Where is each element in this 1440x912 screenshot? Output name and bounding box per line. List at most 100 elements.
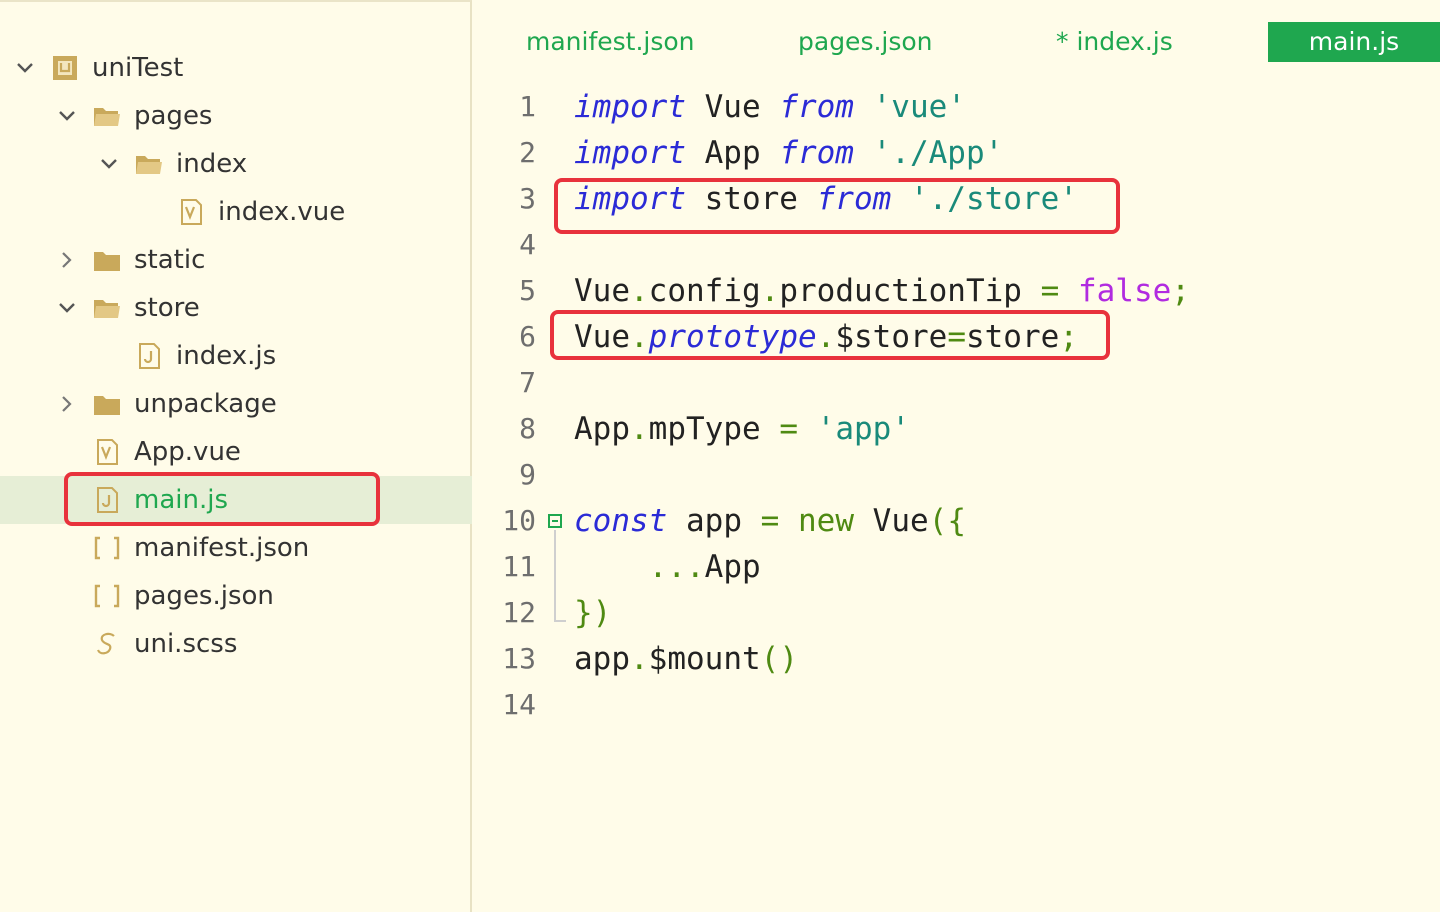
code-line[interactable]: ...App	[574, 544, 761, 590]
tree-item-unitest[interactable]: uniTest	[0, 44, 472, 92]
code-token: App	[574, 411, 630, 447]
code-token: App	[704, 549, 761, 585]
code-token: 'vue'	[872, 89, 966, 125]
code-token: from	[779, 135, 854, 171]
line-number: 2	[519, 136, 536, 169]
code-token: =	[760, 503, 780, 539]
line-number: 9	[519, 458, 536, 491]
fold-collapse-icon[interactable]	[548, 514, 562, 528]
highlight-box-import-store	[554, 178, 1120, 234]
tree-item-index-vue[interactable]: index.vue	[0, 188, 472, 236]
code-token: ()	[760, 641, 798, 677]
json-file-icon	[92, 534, 122, 562]
code-token: Vue	[574, 273, 630, 309]
chevron-down-icon[interactable]	[58, 107, 76, 125]
line-number: 4	[519, 228, 536, 261]
code-line[interactable]: import App from './App'	[574, 130, 1003, 176]
tree-item-label: static	[134, 245, 206, 275]
scss-file-icon	[92, 630, 122, 658]
code-token: false	[1077, 273, 1172, 309]
code-token: ...	[648, 549, 705, 585]
code-token: const	[574, 503, 668, 539]
code-token: Vue	[685, 89, 780, 125]
code-line[interactable]: Vue.config.productionTip = false;	[574, 268, 1190, 314]
code-token: 'app'	[816, 411, 910, 447]
tab-pages-json[interactable]: pages.json	[798, 22, 933, 62]
tree-item-index-js[interactable]: index.js	[0, 332, 472, 380]
code-token: config	[648, 273, 761, 309]
tree-item-label: unpackage	[134, 389, 277, 419]
json-file-icon	[92, 582, 122, 610]
line-number: 7	[519, 366, 536, 399]
highlight-box-prototype-store	[550, 310, 1110, 360]
folder-icon	[92, 246, 122, 274]
tree-item-label: index.js	[176, 341, 277, 371]
tree-item-static[interactable]: static	[0, 236, 472, 284]
code-editor[interactable]: 1 import Vue from 'vue' 2 import App from '…	[474, 84, 1440, 912]
folder-open-icon	[134, 150, 164, 178]
code-token: productionTip	[779, 273, 1041, 309]
code-line[interactable]: app.$mount()	[574, 636, 798, 682]
code-token: Vue	[854, 503, 929, 539]
fold-guide-line	[554, 530, 556, 622]
code-token: App	[685, 135, 780, 171]
tree-item-pages-json[interactable]: pages.json	[0, 572, 472, 620]
chevron-down-icon[interactable]	[100, 155, 118, 173]
tab-manifest-json[interactable]: manifest.json	[526, 22, 695, 62]
code-token: import	[574, 135, 686, 171]
code-token: .	[630, 411, 649, 447]
code-token: })	[574, 595, 612, 631]
line-number: 1	[519, 90, 536, 123]
tree-item-label: pages.json	[134, 581, 274, 611]
code-token: app	[667, 503, 761, 539]
code-token: './App'	[872, 135, 1004, 171]
tree-item-uni-scss[interactable]: uni.scss	[0, 620, 472, 668]
tree-item-unpackage[interactable]: unpackage	[0, 380, 472, 428]
line-number: 12	[502, 596, 536, 629]
highlight-box-main-js	[64, 472, 380, 526]
code-line[interactable]: })	[574, 590, 611, 636]
tab-index-js[interactable]: * index.js	[1056, 22, 1173, 62]
line-number: 14	[502, 688, 536, 721]
tree-item-pages[interactable]: pages	[0, 92, 472, 140]
code-token: ;	[1171, 273, 1190, 309]
chevron-down-icon[interactable]	[58, 299, 76, 317]
tree-item-manifest-json[interactable]: manifest.json	[0, 524, 472, 572]
code-line[interactable]: App.mpType = 'app'	[574, 406, 910, 452]
tree-item-label: index.vue	[218, 197, 346, 227]
code-token: ({	[928, 503, 966, 539]
tree-item-index[interactable]: index	[0, 140, 472, 188]
tree-item-label: uni.scss	[134, 629, 238, 659]
code-token: from	[779, 89, 854, 125]
line-number: 5	[519, 274, 536, 307]
code-line[interactable]: import Vue from 'vue'	[574, 84, 966, 130]
chevron-right-icon[interactable]	[58, 395, 76, 413]
folder-icon	[92, 390, 122, 418]
tree-item-label: store	[134, 293, 200, 323]
tree-item-app-vue[interactable]: App.vue	[0, 428, 472, 476]
fold-guide-end	[554, 620, 566, 622]
code-token: mpType	[648, 411, 780, 447]
code-token: =	[1040, 273, 1060, 309]
line-number: 13	[502, 642, 536, 675]
code-token: import	[574, 89, 686, 125]
code-line[interactable]: const app = new Vue({	[574, 498, 966, 544]
line-number: 6	[519, 320, 536, 353]
tree-item-label: pages	[134, 101, 213, 131]
code-token: .	[760, 273, 780, 309]
code-token: $mount	[648, 641, 761, 677]
vue-file-icon	[92, 438, 122, 466]
folder-open-icon	[92, 294, 122, 322]
tab-main-js[interactable]: main.js	[1268, 22, 1440, 62]
code-token: new	[798, 503, 854, 539]
code-token: .	[630, 273, 649, 309]
code-token: =	[779, 411, 798, 447]
tree-item-store[interactable]: store	[0, 284, 472, 332]
chevron-right-icon[interactable]	[58, 251, 76, 269]
code-token: .	[630, 641, 649, 677]
chevron-down-icon[interactable]	[16, 59, 34, 77]
